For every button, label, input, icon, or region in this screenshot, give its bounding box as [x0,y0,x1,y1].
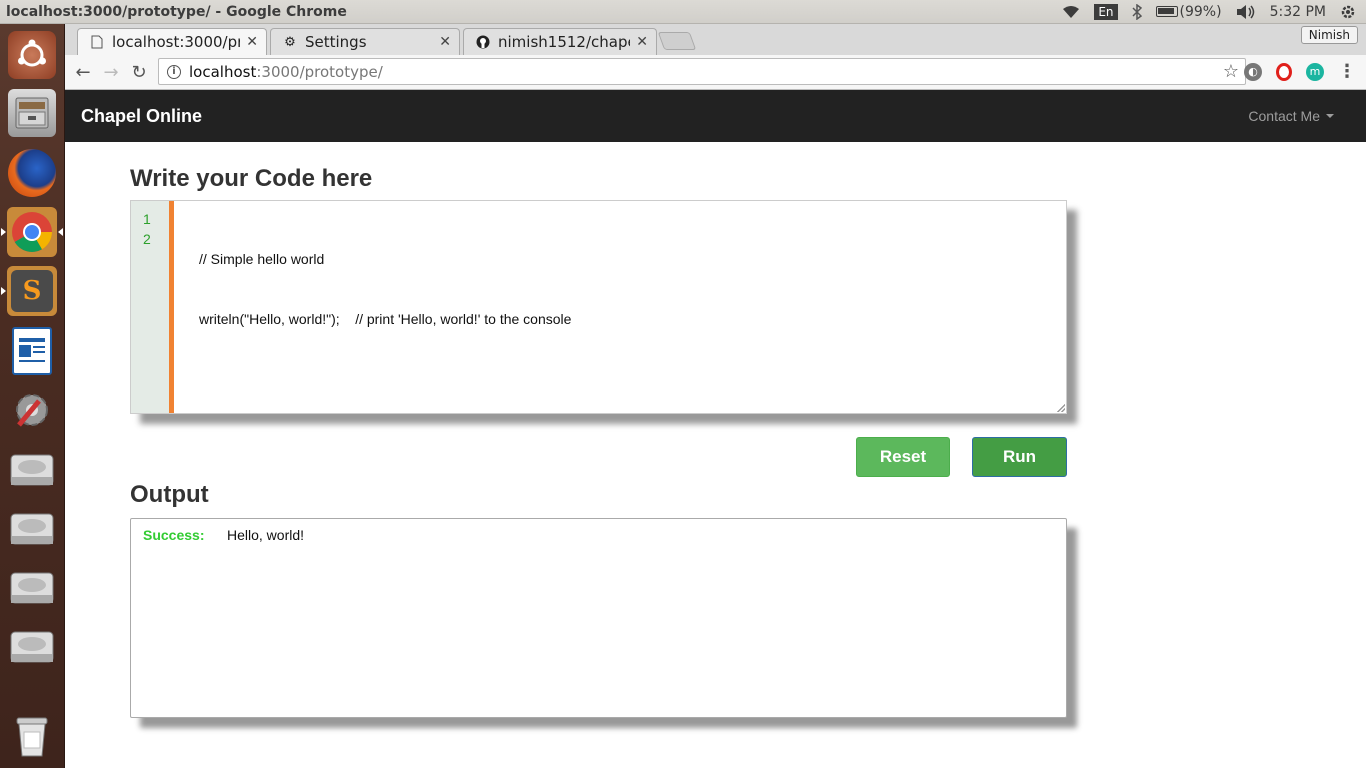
battery-icon [1155,6,1178,17]
bookmark-star-icon[interactable]: ☆ [1223,61,1239,82]
drive-icon[interactable] [7,503,57,553]
output-status: Success: [143,527,205,543]
run-button[interactable]: Run [972,437,1067,477]
line-number: 1 [143,211,151,227]
url-host: localhost [189,62,257,81]
code-editor[interactable]: 1 2 // Simple hello world writeln("Hello… [130,200,1067,414]
close-icon[interactable]: ✕ [636,34,648,50]
libreoffice-writer-icon[interactable] [7,326,57,376]
web-page: Chapel Online Contact Me Write your Code… [65,90,1366,768]
contact-label: Contact Me [1248,108,1320,124]
new-tab-button[interactable] [657,32,697,50]
tab-title: localhost:3000/prot [112,33,241,51]
session-gear-icon[interactable] [1340,4,1356,20]
editor-heading: Write your Code here [130,165,373,192]
mendeley-extension-icon[interactable]: m [1306,62,1324,81]
line-number: 2 [143,231,151,247]
tab-strip: localhost:3000/prot ✕ ⚙ Settings ✕ nimis… [65,24,1366,55]
browser-chrome: localhost:3000/prot ✕ ⚙ Settings ✕ nimis… [65,24,1366,90]
page-icon [90,35,104,49]
gear-icon: ⚙ [284,34,296,50]
github-icon [476,35,490,49]
code-line: writeln("Hello, world!"); // print 'Hell… [199,311,572,327]
resize-handle-icon[interactable] [1057,404,1065,412]
close-icon[interactable]: ✕ [246,34,258,50]
extensions: ◐ m ⋮ [1244,61,1356,82]
menu-dots-icon[interactable]: ⋮ [1338,61,1356,82]
ubuntu-dash-icon[interactable] [7,30,57,80]
tab-settings[interactable]: ⚙ Settings ✕ [270,28,460,55]
window-title: localhost:3000/prototype/ - Google Chrom… [6,3,347,20]
drive-icon[interactable] [7,621,57,671]
bluetooth-icon[interactable] [1132,3,1142,20]
navbar: Chapel Online Contact Me [65,90,1366,142]
running-indicator-icon [1,228,6,236]
code-area[interactable]: // Simple hello world writeln("Hello, wo… [174,201,1066,413]
code-line: // Simple hello world [199,251,325,267]
tab-title: Settings [305,33,367,51]
system-settings-icon[interactable] [7,385,57,435]
extension-icon[interactable]: ◐ [1244,62,1262,81]
tab-github[interactable]: nimish1512/chapel- ✕ [463,28,657,55]
battery-indicator[interactable]: (99%) [1155,3,1222,20]
indicators: En (99%) 5:32 PM [1062,3,1366,20]
sublime-text-icon[interactable]: S [1,266,57,316]
unity-launcher: S [0,24,65,768]
drive-icon[interactable] [7,444,57,494]
url-path: :3000/prototype/ [256,62,383,81]
keyboard-layout-indicator[interactable]: En [1094,3,1118,20]
browser-toolbar: ← → ↻ i localhost:3000/prototype/ ☆ ◐ m … [65,55,1366,90]
tab-localhost[interactable]: localhost:3000/prot ✕ [77,28,267,55]
reload-icon[interactable]: ↻ [125,62,153,83]
tab-title: nimish1512/chapel- [498,33,630,51]
os-top-panel: localhost:3000/prototype/ - Google Chrom… [0,0,1366,24]
files-icon[interactable] [7,88,57,138]
contact-dropdown[interactable]: Contact Me [1248,108,1366,124]
opera-extension-icon[interactable] [1276,62,1292,81]
running-indicator-icon [1,287,6,295]
firefox-icon[interactable] [7,148,57,198]
back-arrow-icon[interactable]: ← [69,62,97,83]
output-panel: Success: Hello, world! [130,518,1067,718]
wifi-icon[interactable] [1062,5,1080,19]
caret-down-icon [1326,114,1334,118]
forward-arrow-icon[interactable]: → [97,62,125,83]
reset-button[interactable]: Reset [856,437,950,477]
profile-button[interactable]: Nimish [1300,26,1358,44]
battery-percent: (99%) [1179,3,1222,20]
focused-indicator-icon [58,228,63,236]
output-heading: Output [130,481,209,508]
volume-icon[interactable] [1236,4,1256,20]
address-bar[interactable]: i localhost:3000/prototype/ ☆ [158,58,1246,85]
info-icon[interactable]: i [167,64,181,79]
close-icon[interactable]: ✕ [439,34,451,50]
drive-icon[interactable] [7,562,57,612]
output-text: Hello, world! [227,527,305,543]
trash-icon[interactable] [7,710,57,760]
chrome-icon[interactable] [1,207,63,257]
line-number-gutter: 1 2 [131,201,169,413]
clock[interactable]: 5:32 PM [1270,4,1326,20]
brand-link[interactable]: Chapel Online [65,106,202,127]
